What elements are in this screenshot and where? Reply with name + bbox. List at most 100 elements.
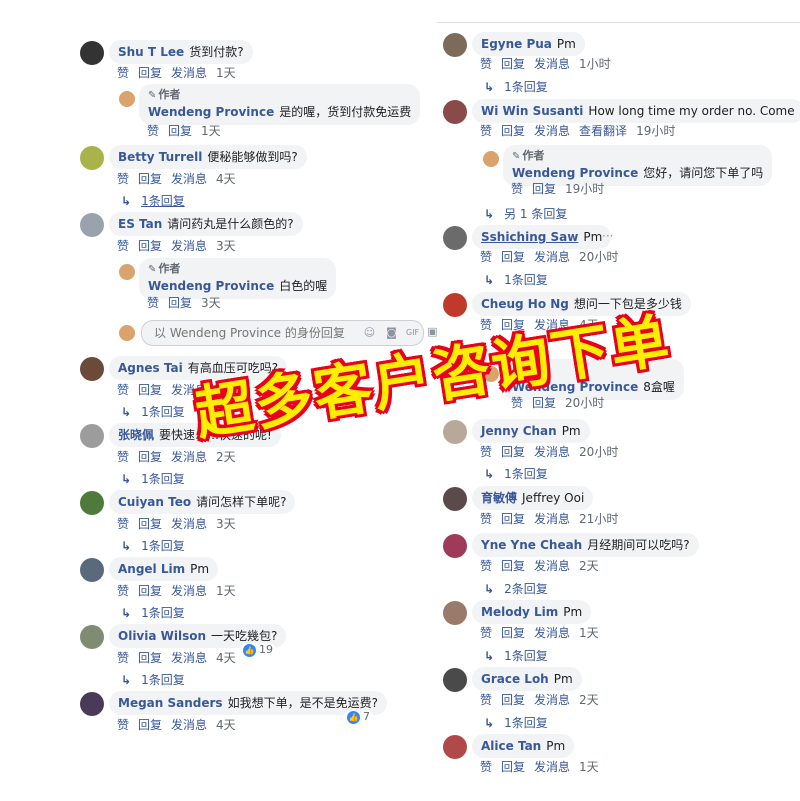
like-link[interactable]: 赞 — [480, 250, 492, 264]
avatar[interactable] — [443, 293, 467, 317]
like-link[interactable]: 赞 — [480, 512, 492, 526]
commenter-name[interactable]: Melody Lim — [481, 605, 558, 619]
replier-name[interactable]: Wendeng Province — [148, 105, 274, 119]
view-replies-link[interactable]: ↳ 另 1 条回复 — [484, 205, 567, 222]
avatar[interactable] — [80, 146, 104, 170]
reply-link[interactable]: 回复 — [138, 239, 162, 253]
message-link[interactable]: 发消息 — [534, 250, 570, 264]
message-link[interactable]: 发消息 — [171, 517, 207, 531]
reply-link[interactable]: 回复 — [501, 445, 525, 459]
avatar[interactable] — [119, 91, 135, 107]
reply-link[interactable]: 回复 — [501, 512, 525, 526]
reply-link[interactable]: 回复 — [532, 182, 556, 196]
reply-link[interactable]: 回复 — [138, 584, 162, 598]
commenter-name[interactable]: Sshiching Saw — [481, 230, 578, 244]
reply-link[interactable]: 回复 — [138, 450, 162, 464]
like-link[interactable]: 赞 — [117, 450, 129, 464]
like-link[interactable]: 赞 — [480, 445, 492, 459]
view-replies-link[interactable]: ↳ 1条回复 — [121, 604, 185, 621]
message-link[interactable]: 发消息 — [171, 66, 207, 80]
avatar[interactable] — [443, 668, 467, 692]
avatar[interactable] — [119, 264, 135, 280]
timestamp[interactable]: 1小时 — [579, 57, 611, 71]
reply-input[interactable] — [152, 325, 356, 341]
view-replies-link[interactable]: ↳ 1条回复 — [484, 465, 548, 482]
timestamp[interactable]: 3天 — [201, 296, 221, 310]
reply-link[interactable]: 回复 — [501, 57, 525, 71]
reply-link[interactable]: 回复 — [501, 760, 525, 774]
view-replies-link[interactable]: ↳ 1条回复 — [484, 647, 548, 664]
emoji-icon[interactable]: ☺ — [363, 326, 376, 339]
commenter-name[interactable]: Alice Tan — [481, 739, 541, 753]
replier-name[interactable]: Wendeng Province — [148, 279, 274, 293]
reaction-count[interactable]: 👍 19 — [240, 643, 276, 657]
timestamp[interactable]: 1天 — [579, 760, 599, 774]
timestamp[interactable]: 1天 — [216, 66, 236, 80]
commenter-name[interactable]: Yne Yne Cheah — [481, 538, 582, 552]
avatar[interactable] — [443, 735, 467, 759]
like-link[interactable]: 赞 — [117, 584, 129, 598]
message-link[interactable]: 发消息 — [171, 172, 207, 186]
view-replies-link[interactable]: ↳ 1条回复 — [121, 537, 185, 554]
like-link[interactable]: 赞 — [147, 124, 159, 138]
reply-link[interactable]: 回复 — [501, 693, 525, 707]
like-link[interactable]: 赞 — [480, 693, 492, 707]
message-link[interactable]: 发消息 — [534, 512, 570, 526]
timestamp[interactable]: 1天 — [579, 626, 599, 640]
reply-link[interactable]: 回复 — [501, 250, 525, 264]
like-link[interactable]: 赞 — [480, 559, 492, 573]
message-link[interactable]: 发消息 — [171, 450, 207, 464]
view-replies-link[interactable]: ↳ 1条回复 — [121, 192, 185, 209]
like-link[interactable]: 赞 — [480, 124, 492, 138]
avatar[interactable] — [483, 151, 499, 167]
avatar[interactable] — [80, 213, 104, 237]
reply-link[interactable]: 回复 — [501, 626, 525, 640]
reply-link[interactable]: 回复 — [168, 296, 192, 310]
avatar[interactable] — [443, 226, 467, 250]
reaction-count[interactable]: 👍 7 — [344, 710, 373, 724]
avatar[interactable] — [443, 33, 467, 57]
commenter-name[interactable]: ES Tan — [118, 217, 162, 231]
commenter-name[interactable]: Egyne Pua — [481, 37, 552, 51]
avatar[interactable] — [80, 625, 104, 649]
commenter-name[interactable]: Angel Lim — [118, 562, 185, 576]
message-link[interactable]: 发消息 — [171, 584, 207, 598]
like-link[interactable]: 赞 — [117, 718, 129, 732]
avatar[interactable] — [80, 41, 104, 65]
timestamp[interactable]: 4天 — [216, 172, 236, 186]
timestamp[interactable]: 1天 — [201, 124, 221, 138]
view-replies-link[interactable]: ↳ 1条回复 — [121, 403, 185, 420]
like-link[interactable]: 赞 — [117, 172, 129, 186]
timestamp[interactable]: 20小时 — [579, 445, 618, 459]
message-link[interactable]: 发消息 — [171, 718, 207, 732]
reply-link[interactable]: 回复 — [138, 718, 162, 732]
timestamp[interactable]: 20小时 — [579, 250, 618, 264]
commenter-name[interactable]: Shu T Lee — [118, 45, 184, 59]
timestamp[interactable]: 4天 — [216, 651, 236, 665]
commenter-name[interactable]: Cuiyan Teo — [118, 495, 191, 509]
reply-link[interactable]: 回复 — [138, 66, 162, 80]
reply-link[interactable]: 回复 — [138, 651, 162, 665]
more-icon[interactable]: ··· — [602, 229, 613, 243]
like-link[interactable]: 赞 — [511, 182, 523, 196]
message-link[interactable]: 发消息 — [534, 124, 570, 138]
like-link[interactable]: 赞 — [117, 383, 129, 397]
view-replies-link[interactable]: ↳ 1条回复 — [121, 671, 185, 688]
like-link[interactable]: 赞 — [117, 239, 129, 253]
like-link[interactable]: 赞 — [480, 760, 492, 774]
avatar[interactable] — [80, 424, 104, 448]
timestamp[interactable]: 3天 — [216, 517, 236, 531]
reply-link[interactable]: 回复 — [138, 383, 162, 397]
avatar[interactable] — [80, 357, 104, 381]
reply-link[interactable]: 回复 — [501, 124, 525, 138]
timestamp[interactable]: 19小时 — [565, 182, 604, 196]
message-link[interactable]: 发消息 — [534, 626, 570, 640]
message-link[interactable]: 发消息 — [534, 760, 570, 774]
like-link[interactable]: 赞 — [117, 66, 129, 80]
commenter-name[interactable]: Betty Turrell — [118, 150, 202, 164]
avatar[interactable] — [443, 420, 467, 444]
timestamp[interactable]: 1天 — [216, 584, 236, 598]
commenter-name[interactable]: Jenny Chan — [481, 424, 557, 438]
view-replies-link[interactable]: ↳ 2条回复 — [484, 580, 548, 597]
reply-link[interactable]: 回复 — [138, 517, 162, 531]
